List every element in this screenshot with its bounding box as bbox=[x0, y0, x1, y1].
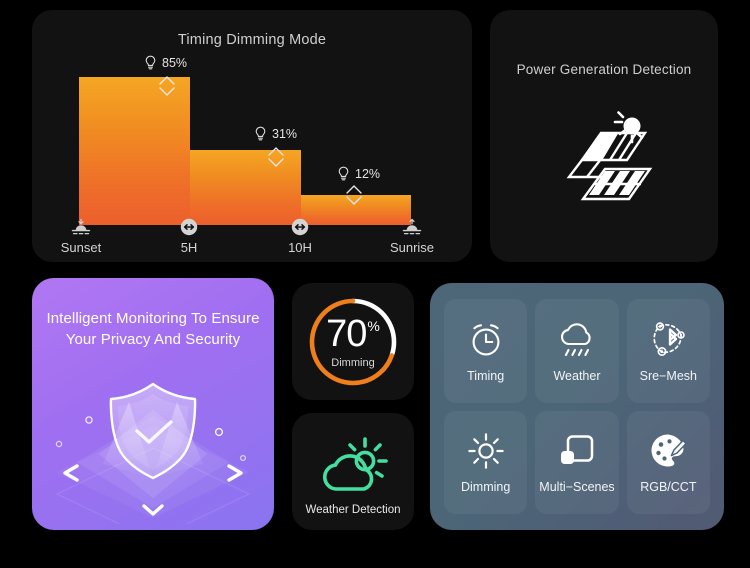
feature-tile-multi-scenes[interactable]: Multi−Scenes bbox=[535, 410, 619, 514]
bar-value-label-1: 85% bbox=[144, 55, 187, 70]
feature-tile-label: Dimming bbox=[461, 480, 511, 495]
bluetooth-mesh-icon bbox=[647, 319, 689, 361]
feature-tile-timing[interactable]: Timing bbox=[444, 299, 528, 403]
bar-segment-1[interactable] bbox=[79, 77, 190, 225]
dimming-gauge-card: 70 % Dimming bbox=[292, 283, 414, 400]
bar-value-text-1: 85% bbox=[162, 55, 188, 70]
weather-detection-card: Weather Detection bbox=[292, 413, 414, 530]
sunrise-icon bbox=[377, 217, 447, 237]
alarm-clock-icon bbox=[466, 319, 506, 361]
sun-brightness-icon bbox=[466, 430, 506, 472]
bar-value-text-2: 31% bbox=[272, 126, 298, 141]
weather-detection-label: Weather Detection bbox=[305, 504, 401, 516]
bar-value-label-2: 31% bbox=[254, 126, 297, 141]
dimming-value: 70 bbox=[326, 312, 367, 355]
bar-adjust-chevrons-1[interactable] bbox=[155, 73, 179, 99]
color-palette-icon bbox=[648, 430, 688, 472]
duration-arrows-icon bbox=[154, 217, 224, 237]
axis-tick-sunset[interactable]: Sunset bbox=[46, 217, 116, 255]
feature-tile-label: Multi−Scenes bbox=[539, 480, 615, 495]
solar-panel-sun-icon bbox=[490, 105, 718, 205]
axis-tick-5h[interactable]: 5H bbox=[154, 217, 224, 255]
axis-tick-label: 5H bbox=[180, 240, 198, 255]
monitor-title-line2: Your Privacy And Security bbox=[65, 331, 241, 348]
intelligent-monitoring-card: Intelligent Monitoring To Ensure Your Pr… bbox=[32, 278, 274, 530]
dimming-gauge-readout: 70 % Dimming bbox=[292, 283, 414, 400]
dimming-unit: % bbox=[367, 317, 380, 334]
feature-tile-dimming[interactable]: Dimming bbox=[444, 410, 528, 514]
feature-tile-label: Sre−Mesh bbox=[639, 368, 697, 383]
feature-grid: Timing Weather Sre−Mesh Dimming Multi−Sc… bbox=[444, 299, 710, 514]
power-generation-detection-card: Power Generation Detection bbox=[490, 10, 718, 262]
feature-tile-label: Timing bbox=[467, 368, 505, 383]
power-card-title: Power Generation Detection bbox=[516, 62, 692, 77]
sunset-icon bbox=[46, 217, 116, 237]
bar-adjust-chevrons-3[interactable] bbox=[342, 182, 366, 208]
axis-tick-label: Sunrise bbox=[389, 240, 435, 255]
axis-tick-label: Sunset bbox=[60, 240, 102, 255]
bar-chart: 85% 31% 12% Sunset 5H 10H Sunrise bbox=[32, 10, 472, 262]
monitor-title-line1: Intelligent Monitoring To Ensure bbox=[46, 310, 260, 327]
monitor-card-title: Intelligent Monitoring To Ensure Your Pr… bbox=[46, 308, 260, 350]
timing-dimming-mode-card: Timing Dimming Mode 85% 31% 12% Sunset 5… bbox=[32, 10, 472, 262]
duration-arrows-icon bbox=[265, 217, 335, 237]
axis-tick-sunrise[interactable]: Sunrise bbox=[377, 217, 447, 255]
feature-tile-rgb-cct[interactable]: RGB/CCT bbox=[626, 410, 710, 514]
bar-adjust-chevrons-2[interactable] bbox=[264, 144, 288, 170]
feature-tile-sre-mesh[interactable]: Sre−Mesh bbox=[626, 299, 710, 403]
scenes-squares-icon bbox=[557, 430, 597, 472]
cloud-sun-icon bbox=[292, 433, 414, 499]
app-root: Timing Dimming Mode 85% 31% 12% Sunset 5… bbox=[0, 0, 750, 568]
axis-tick-10h[interactable]: 10H bbox=[265, 217, 335, 255]
bulb-icon bbox=[254, 126, 267, 141]
bar-value-text-3: 12% bbox=[355, 166, 381, 181]
chart-axis: Sunset 5H 10H Sunrise bbox=[32, 217, 472, 257]
shield-check-platform-icon bbox=[32, 374, 274, 524]
cloud-rain-icon bbox=[556, 319, 598, 361]
feature-tile-label: RGB/CCT bbox=[640, 480, 697, 495]
bar-value-label-3: 12% bbox=[337, 166, 380, 181]
feature-tile-weather[interactable]: Weather bbox=[535, 299, 619, 403]
bulb-icon bbox=[337, 166, 350, 181]
feature-grid-panel: Timing Weather Sre−Mesh Dimming Multi−Sc… bbox=[430, 283, 724, 530]
feature-tile-label: Weather bbox=[553, 368, 601, 383]
dimming-label: Dimming bbox=[331, 356, 375, 369]
bulb-icon bbox=[144, 55, 157, 70]
axis-tick-label: 10H bbox=[288, 240, 312, 255]
